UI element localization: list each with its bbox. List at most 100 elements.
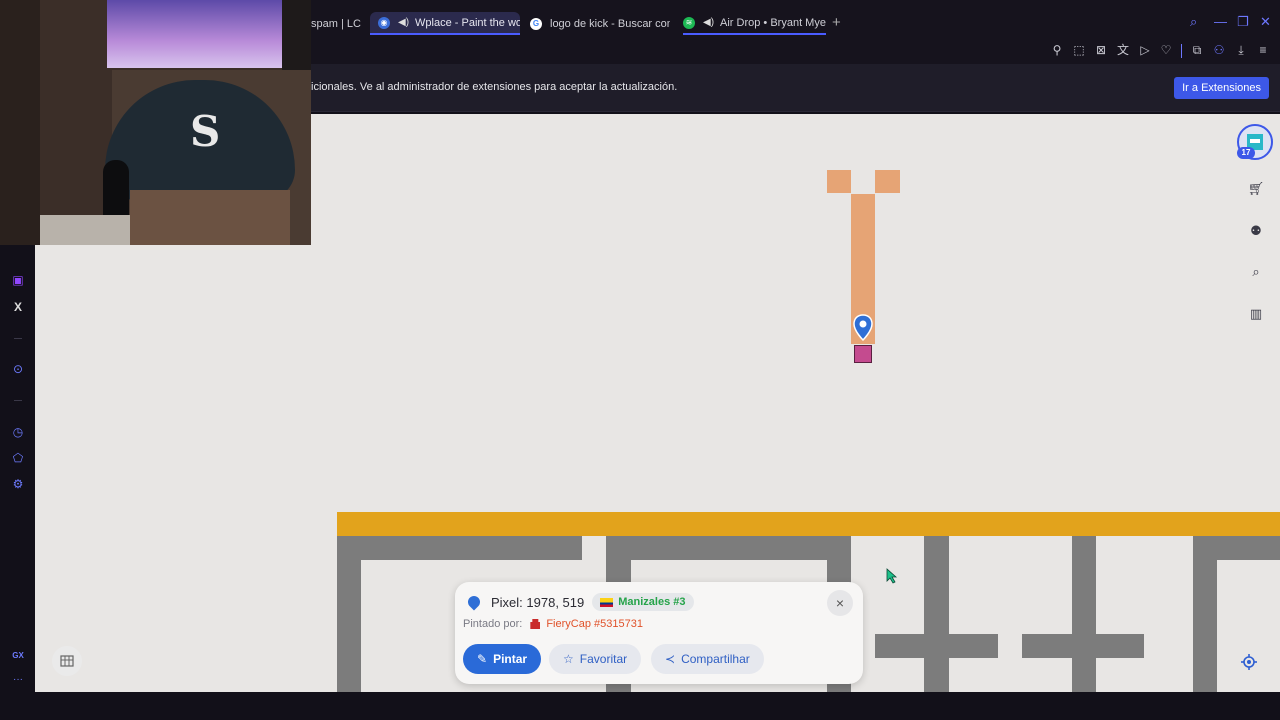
paint-button-label: Pintar [493,652,528,666]
download-icon[interactable]: ⤓ [1234,43,1248,57]
wall [337,536,361,692]
community-button[interactable]: ⚉ [1243,218,1269,244]
bottom-strip [0,692,1280,720]
tab-label: spam | LC [311,17,361,30]
level-badge: 17 [1237,147,1255,159]
minimize-icon[interactable]: — [1214,14,1227,29]
webcam-overlay: S [0,0,311,245]
gx-corner-icon[interactable]: GX [11,649,25,663]
orange-bar [337,512,1280,536]
users-icon: ⚉ [1250,223,1262,238]
grid-toggle-button[interactable] [52,646,82,676]
tab-google[interactable]: G logo de kick - Buscar con [530,12,670,35]
monitor-screen [107,0,282,68]
twitch-icon[interactable]: ▣ [11,273,25,287]
blocker-icon[interactable]: ⊠ [1094,43,1108,57]
cart-icon: 🛒︎ [1247,181,1265,196]
locate-button[interactable] [1233,646,1265,678]
painter-link[interactable]: FieryCap #5315731 [530,618,643,630]
wall [875,634,998,658]
tab-spotify[interactable]: ≋ ◀) Air Drop • Bryant Mye [683,12,826,35]
pixel-coordinates: Pixel: 1978, 519 [491,594,585,610]
store-button[interactable]: 🛒︎ [1243,176,1269,202]
pin-icon [465,593,483,611]
search-map-button[interactable]: ⌕ [1243,259,1269,285]
wall [1022,634,1144,658]
notification-text: icionales. Ve al administrador de extens… [311,81,678,93]
extensions-sidebar-icon[interactable]: ⬠ [11,451,25,465]
speaker-icon[interactable]: ◀) [703,17,714,28]
wall [606,536,851,560]
share-button[interactable]: ≺ Compartilhar [651,644,764,674]
painted-by-label: Pintado por: [463,618,523,630]
wall [1193,536,1280,560]
face [130,190,290,245]
crosshair-icon [1241,654,1257,670]
paint-button[interactable]: ✎ Pintar [463,644,542,674]
star-icon: ☆ [563,652,574,666]
region-badge[interactable]: Manizales #3 [592,593,694,611]
share-button-label: Compartilhar [681,652,750,666]
speaker-icon[interactable]: ◀) [398,17,409,28]
painter-name: FieryCap #5315731 [546,618,643,630]
heart-icon[interactable]: ♡ [1159,43,1173,57]
leaderboard-button[interactable]: ▥ [1243,301,1269,327]
painter-avatar-icon [530,619,541,629]
tab-spam[interactable]: spam | LC [311,12,361,35]
divider [1181,44,1182,58]
cursor-icon [886,568,898,584]
play-icon[interactable]: ▷ [1138,43,1152,57]
new-tab-button[interactable]: + [832,14,841,31]
close-popup-button[interactable]: × [827,590,853,616]
profile-icon[interactable]: ⚇ [1212,43,1226,57]
settings-icon[interactable]: ⚙ [11,477,25,491]
google-icon: G [530,17,542,30]
tab-label: Wplace - Paint the wo [415,16,520,29]
room-wall [0,0,40,245]
peach-pixels [875,170,900,193]
close-window-icon[interactable]: ✕ [1260,14,1271,30]
x-twitter-icon[interactable]: X [11,300,25,314]
more-icon[interactable]: ··· [11,673,25,687]
favorite-button[interactable]: ☆ Favoritar [549,644,642,674]
player-icon[interactable]: ⊙ [11,362,25,376]
wall [1072,536,1096,692]
painted-by-row: Pintado por: FieryCap #5315731 [463,618,643,630]
grid-icon [60,655,74,667]
pixel-info-header: Pixel: 1978, 519 Manizales #3 [465,592,694,612]
snapshot-icon[interactable]: ⬚ [1072,43,1086,57]
zoom-search-icon: ⌕ [1252,264,1260,279]
tab-wplace[interactable]: ◉ ◀) Wplace - Paint the wo [370,12,520,35]
divider [14,338,22,339]
share-icon: ≺ [665,652,676,666]
extensions-icon[interactable]: ⧉ [1190,43,1204,57]
menu-icon[interactable]: ≡ [1256,43,1270,57]
translate-icon[interactable]: 文 [1116,43,1130,57]
extension-notification-bar: icionales. Ve al administrador de extens… [311,64,1280,112]
search-tabs-icon[interactable]: ⌕ [1190,14,1197,30]
wall [1193,560,1217,692]
screen: spam | LC ◉ ◀) Wplace - Paint the wo G l… [0,0,1280,720]
divider [14,400,22,401]
wall [361,536,582,560]
selected-pixel[interactable] [854,345,872,363]
favorite-button-label: Favoritar [579,652,628,666]
region-name: Manizales #3 [618,596,686,608]
wall [924,536,949,692]
browser-sidebar: ▣ X ⊙ ◷ ⬠ ⚙ GX ··· [0,245,35,692]
history-icon[interactable]: ◷ [11,425,25,439]
peach-pixels [827,170,851,193]
pencil-icon: ✎ [477,652,488,666]
colombia-flag-icon [600,597,614,607]
globe-icon: ◉ [378,16,390,29]
leaderboard-icon: ▥ [1249,306,1263,321]
pixel-info-popup: Pixel: 1978, 519 Manizales #3 × Pintado … [455,582,863,684]
tab-label: logo de kick - Buscar con [550,17,670,30]
spotify-icon: ≋ [683,16,695,29]
restore-icon[interactable]: ❐ [1237,14,1249,30]
shoulder [40,215,130,245]
tab-label: Air Drop • Bryant Mye [720,16,826,29]
cap-logo: S [190,107,221,156]
go-to-extensions-button[interactable]: Ir a Extensiones [1174,77,1269,99]
pin-icon[interactable]: ⚲ [1050,43,1064,57]
